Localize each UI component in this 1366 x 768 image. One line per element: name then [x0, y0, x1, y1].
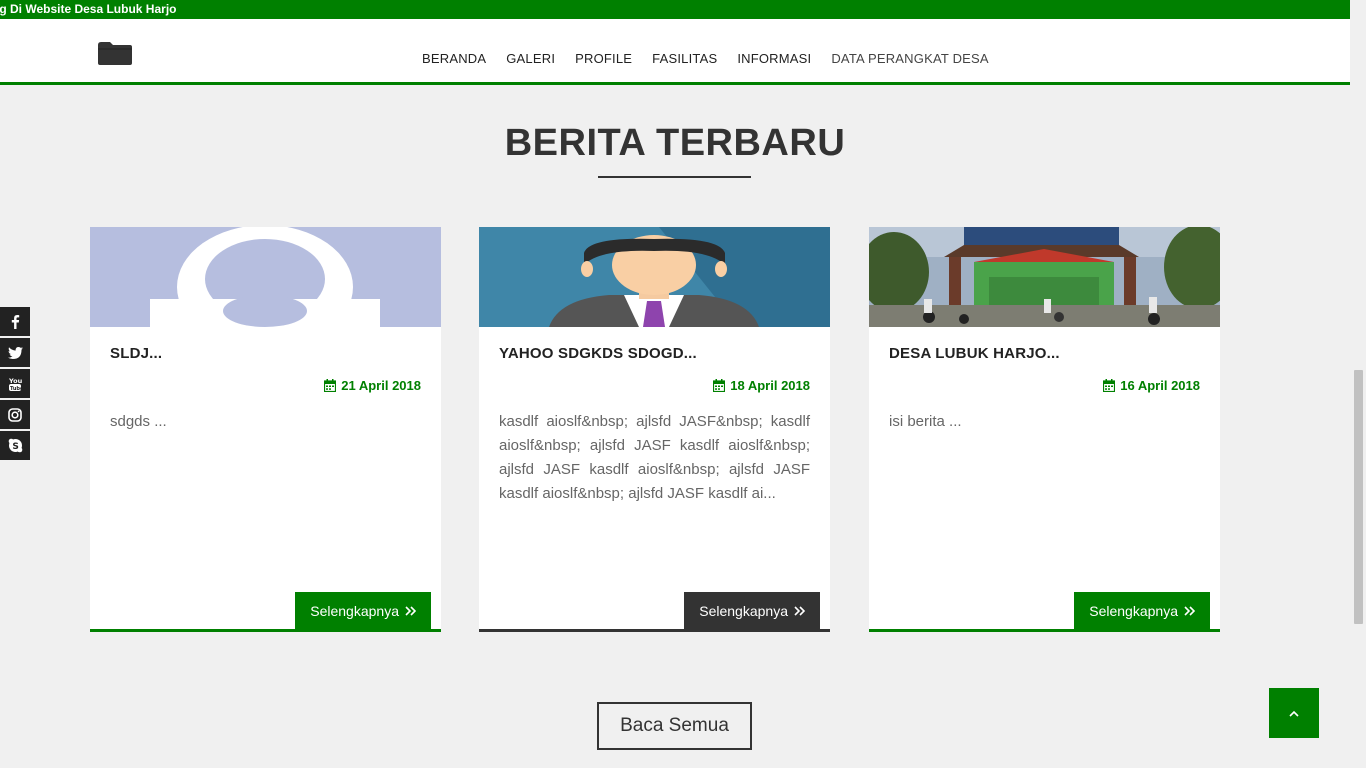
news-date-text: 21 April 2018 — [341, 378, 421, 393]
chevron-up-icon — [1289, 710, 1299, 717]
avatar-silhouette-image[interactable] — [90, 227, 441, 327]
news-date: 18 April 2018 — [713, 378, 810, 393]
news-card: SLDJ... 21 April 2018 sdgds ... Selengka… — [90, 227, 441, 632]
news-title[interactable]: DESA LUBUK HARJO... — [889, 345, 1060, 362]
svg-text:You: You — [8, 377, 22, 385]
news-excerpt: kasdlf aioslf&nbsp; ajlsfd JASF&nbsp; ka… — [499, 413, 810, 502]
nav-beranda[interactable]: BERANDA — [412, 50, 496, 68]
news-card: YAHOO SDGKDS SDOGD... 18 April 2018 kasd… — [479, 227, 830, 632]
nav-fasilitas[interactable]: FASILITAS — [642, 50, 727, 68]
read-all-button[interactable]: Baca Semua — [597, 702, 752, 750]
double-chevron-right-icon — [405, 605, 416, 616]
running-text-bar: ng Di Website Desa Lubuk Harjo — [0, 0, 1350, 19]
read-more-label: Selengkapnya — [310, 602, 399, 619]
news-date: 16 April 2018 — [1103, 378, 1200, 393]
nav-galeri[interactable]: GALERI — [496, 50, 565, 68]
folder-icon[interactable] — [97, 41, 133, 66]
instagram-icon[interactable] — [0, 400, 30, 429]
news-card: DESA LUBUK HARJO... 16 April 2018 isi be… — [869, 227, 1220, 632]
header-navbar: BERANDA GALERI PROFILE FASILITAS INFORMA… — [0, 19, 1350, 85]
svg-text:S: S — [12, 442, 18, 452]
read-more-label: Selengkapnya — [1089, 602, 1178, 619]
section-title: BERITA TERBARU — [504, 122, 846, 164]
read-more-button[interactable]: Selengkapnya — [1074, 592, 1210, 629]
news-excerpt: isi berita ... — [889, 413, 962, 430]
social-sidebar: You Tube S — [0, 307, 30, 462]
calendar-icon — [1103, 379, 1116, 392]
double-chevron-right-icon — [1184, 605, 1195, 616]
svg-text:Tube: Tube — [10, 385, 22, 391]
school-gate-photo-image[interactable] — [869, 227, 1220, 327]
businessman-illustration-image[interactable] — [479, 227, 830, 327]
nav-profile[interactable]: PROFILE — [565, 50, 642, 68]
read-more-button[interactable]: Selengkapnya — [684, 592, 820, 629]
facebook-icon[interactable] — [0, 307, 30, 336]
double-chevron-right-icon — [794, 605, 805, 616]
read-more-label: Selengkapnya — [699, 602, 788, 619]
calendar-icon — [713, 379, 726, 392]
news-excerpt: sdgds ... — [110, 413, 167, 430]
page-scrollbar[interactable] — [1350, 0, 1366, 768]
news-title[interactable]: SLDJ... — [110, 345, 162, 362]
news-date: 21 April 2018 — [324, 378, 421, 393]
news-date-text: 16 April 2018 — [1120, 378, 1200, 393]
youtube-icon[interactable]: You Tube — [0, 369, 30, 398]
nav-data-perangkat-desa[interactable]: DATA PERANGKAT DESA — [821, 50, 998, 68]
skype-icon[interactable]: S — [0, 431, 30, 460]
running-text: ng Di Website Desa Lubuk Harjo — [0, 2, 177, 16]
news-title[interactable]: YAHOO SDGKDS SDOGD... — [499, 345, 697, 362]
main-nav: BERANDA GALERI PROFILE FASILITAS INFORMA… — [412, 50, 999, 68]
calendar-icon — [324, 379, 337, 392]
back-to-top-button[interactable] — [1269, 688, 1319, 738]
news-date-text: 18 April 2018 — [730, 378, 810, 393]
nav-informasi[interactable]: INFORMASI — [727, 50, 821, 68]
twitter-icon[interactable] — [0, 338, 30, 367]
title-divider — [598, 176, 751, 178]
read-more-button[interactable]: Selengkapnya — [295, 592, 431, 629]
scrollbar-thumb[interactable] — [1354, 370, 1363, 624]
